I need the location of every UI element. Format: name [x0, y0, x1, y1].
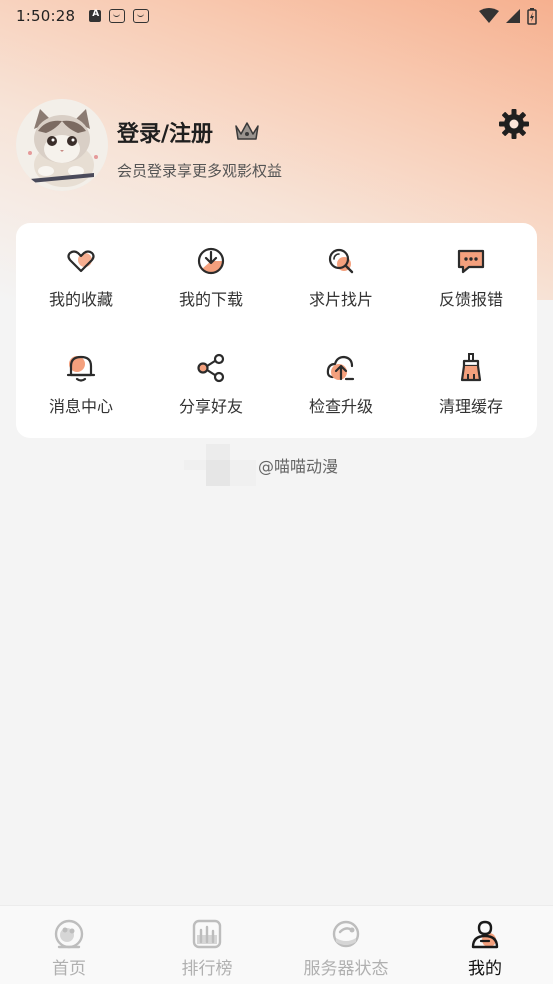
- signal-icon: [506, 9, 520, 23]
- status-bar: 1:50:28: [0, 0, 553, 32]
- cat-avatar-image: [16, 99, 108, 191]
- settings-gear-icon[interactable]: [498, 108, 530, 140]
- search-film-icon: [328, 248, 354, 274]
- watermark: @喵喵动漫: [180, 444, 360, 486]
- upgrade-icon: [326, 355, 355, 381]
- crown-icon: [235, 122, 259, 140]
- ranking-icon: [192, 919, 222, 949]
- tab-label: 服务器状态: [303, 959, 389, 979]
- tab-label: 我的: [468, 959, 502, 979]
- battery-icon: [527, 7, 537, 25]
- bottom-tab-bar: 首页 排行榜 服务器状态 我的: [0, 905, 553, 984]
- tab-label: 排行榜: [181, 959, 233, 979]
- tab-home[interactable]: 首页: [30, 906, 108, 984]
- menu-label: 清理缓存: [438, 397, 503, 416]
- menu-label: 消息中心: [48, 397, 113, 416]
- profile-header[interactable]: 登录/注册 会员登录享更多观影权益: [16, 99, 537, 194]
- heart-icon: [67, 250, 95, 273]
- download-icon: [197, 247, 225, 275]
- menu-favorites[interactable]: 我的收藏: [16, 223, 146, 313]
- menu-downloads[interactable]: 我的下载: [146, 223, 276, 313]
- home-icon: [54, 919, 84, 949]
- status-time: 1:50:28: [16, 7, 76, 25]
- tab-mine[interactable]: 我的: [446, 906, 524, 984]
- menu-feedback[interactable]: 反馈报错: [406, 223, 536, 313]
- menu-label: 反馈报错: [438, 290, 503, 309]
- bell-icon: [66, 355, 96, 382]
- feedback-icon: [457, 249, 485, 274]
- tab-server-status[interactable]: 服务器状态: [296, 906, 396, 984]
- menu-check-update[interactable]: 检查升级: [276, 330, 406, 420]
- server-status-icon: [332, 920, 360, 948]
- menu-clear-cache[interactable]: 清理缓存: [406, 330, 536, 420]
- wifi-icon: [479, 8, 499, 23]
- menu-share[interactable]: 分享好友: [146, 330, 276, 420]
- member-benefits-text: 会员登录享更多观影权益: [117, 162, 283, 180]
- feature-card: 我的收藏 我的下载 求片找片 反馈报错 消息中心 分享好友 检查升级 清理缓存: [16, 223, 537, 438]
- menu-label: 分享好友: [178, 397, 243, 416]
- tab-ranking[interactable]: 排行榜: [168, 906, 246, 984]
- menu-label: 检查升级: [308, 397, 373, 416]
- share-icon: [197, 353, 225, 383]
- notification-shop-icon: [109, 9, 126, 23]
- avatar[interactable]: [16, 99, 108, 191]
- menu-messages[interactable]: 消息中心: [16, 330, 146, 420]
- notification-shop-icon: [133, 9, 150, 23]
- menu-request-film[interactable]: 求片找片: [276, 223, 406, 313]
- notification-a-icon: [89, 9, 102, 22]
- login-register-link[interactable]: 登录/注册: [117, 116, 213, 148]
- clean-cache-icon: [460, 353, 482, 382]
- profile-icon: [471, 920, 499, 949]
- menu-label: 我的下载: [178, 290, 243, 309]
- watermark-text: @喵喵动漫: [258, 457, 339, 476]
- menu-label: 我的收藏: [48, 290, 113, 309]
- watermark-logo-blur: [180, 444, 256, 486]
- tab-label: 首页: [52, 959, 86, 979]
- menu-label: 求片找片: [308, 290, 373, 309]
